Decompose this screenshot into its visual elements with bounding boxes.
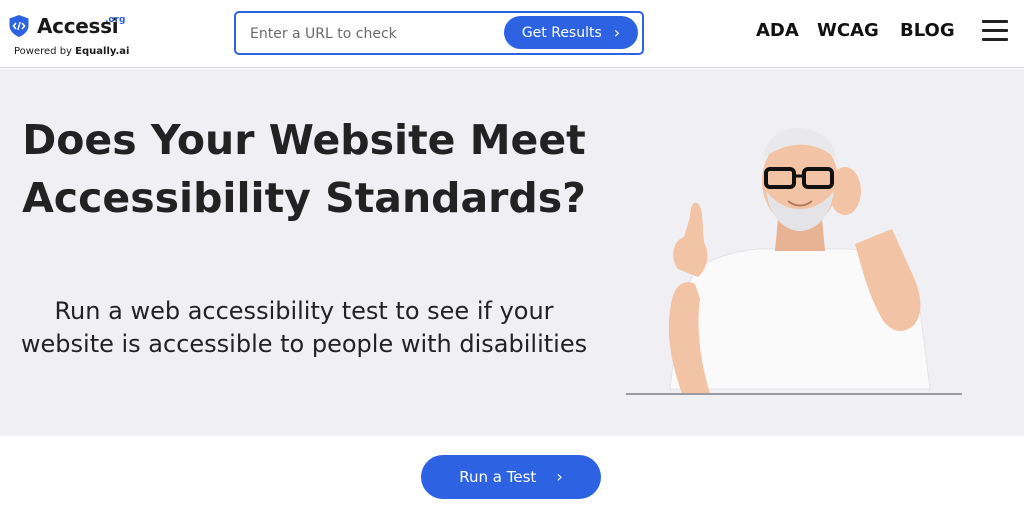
run-test-button[interactable]: Run a Test › <box>421 455 601 499</box>
nav-link-ada[interactable]: ADA <box>756 20 799 41</box>
site-header: Accessi .org Powered by Equally.ai Get R… <box>0 0 1024 68</box>
hamburger-menu-icon[interactable] <box>982 20 1010 42</box>
nav-link-wcag[interactable]: WCAG <box>817 20 879 41</box>
powered-brand: Equally.ai <box>75 46 130 57</box>
powered-by-text: Powered by Equally.ai <box>14 46 129 57</box>
url-input[interactable] <box>248 21 502 47</box>
hero-subtitle: Run a web accessibility test to see if y… <box>20 297 588 358</box>
hero-section: Does Your Website Meet Accessibility Sta… <box>0 69 1024 436</box>
get-results-label: Get Results <box>521 24 602 41</box>
url-search-form: Get Results › <box>234 11 644 55</box>
site-logo[interactable]: Accessi .org Powered by Equally.ai <box>8 14 148 62</box>
logo-tld: .org <box>105 15 126 25</box>
chevron-right-icon: › <box>556 467 563 486</box>
run-test-label: Run a Test <box>459 468 537 486</box>
nav-link-blog[interactable]: BLOG <box>900 20 955 41</box>
code-shield-icon <box>9 15 29 37</box>
hero-title: Does Your Website Meet Accessibility Sta… <box>22 116 586 222</box>
powered-prefix: Powered by <box>14 46 72 57</box>
chevron-right-icon: › <box>613 22 621 42</box>
senior-man-pointing-image <box>626 127 962 395</box>
get-results-button[interactable]: Get Results › <box>504 16 638 49</box>
